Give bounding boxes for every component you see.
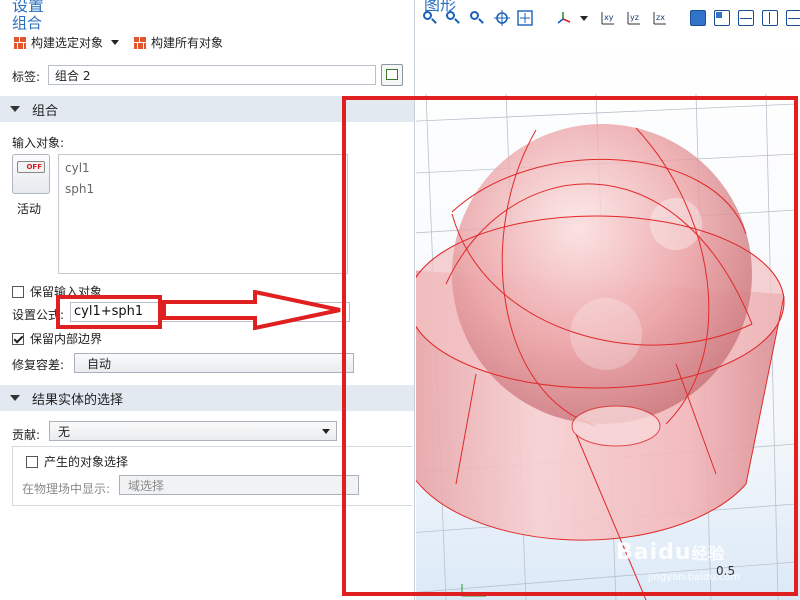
show-in-physics-select[interactable]: 域选择 [119,475,359,495]
formula-highlight-box: cyl1+sph1 [56,295,162,329]
graphics-toolbar: 图形 xy yz zx [416,0,800,34]
list-item[interactable]: cyl1 [65,161,90,175]
keep-interior-label: 保留内部边界 [30,332,103,346]
label-edit-button[interactable] [381,64,403,86]
edit-icon [386,69,398,80]
chevron-down-icon [322,429,330,434]
keep-input-checkbox[interactable] [12,285,24,298]
build-selected-button[interactable]: 构建选定对象 [14,34,120,51]
build-all-label: 构建所有对象 [151,36,224,50]
settings-subtitle: 组合 [12,14,43,32]
chevron-down-icon[interactable] [111,40,120,45]
active-label: 活动 [17,202,42,216]
view-yz-icon[interactable]: yz [626,10,642,26]
repair-tolerance-select[interactable]: 自动 [74,353,354,373]
list-item[interactable]: sph1 [65,182,94,196]
collapse-icon [10,106,20,112]
build-selected-label: 构建选定对象 [31,36,104,50]
resulting-selection-checkbox[interactable] [26,455,38,468]
view-layout-5-icon[interactable] [786,10,800,26]
zoom-box-icon[interactable] [469,10,485,26]
label-input[interactable]: 组合 2 [48,65,376,85]
arrow-icon [162,290,341,330]
view-layout-1-icon[interactable] [690,10,706,26]
repair-tolerance-value: 自动 [87,357,112,371]
zoom-selected-icon[interactable] [494,10,510,26]
build-icon [14,36,26,49]
view-layout-2-icon[interactable] [714,10,730,26]
toggle-off-icon: OFF [17,161,45,173]
resulting-selection-option[interactable]: 产生的对象选择 [26,453,128,470]
zoom-out-icon[interactable] [445,10,461,26]
resulting-selection-label: 产生的对象选择 [44,455,129,469]
keep-interior-option[interactable]: 保留内部边界 [12,330,102,347]
contribute-value: 无 [58,425,71,439]
chevron-down-icon[interactable] [580,16,588,21]
view-xy-icon[interactable]: xy [600,10,616,26]
show-in-physics-label: 在物理场中显示: [22,482,111,496]
view-zx-icon[interactable]: zx [652,10,668,26]
svg-text:zx: zx [656,13,665,22]
build-all-button[interactable]: 构建所有对象 [134,34,223,51]
input-objects-list[interactable]: cyl1 sph1 [58,154,348,274]
contribute-label: 贡献: [12,428,41,442]
activation-toggle-button[interactable]: OFF [12,154,50,194]
axis-orientation-icon[interactable] [556,10,572,26]
svg-text:xy: xy [604,13,614,22]
label-caption: 标签: [12,70,41,84]
formula-value: cyl1+sph1 [74,304,144,319]
view-layout-4-icon[interactable] [762,10,778,26]
contribute-select[interactable]: 无 [49,421,337,441]
graphics-highlight-box [342,96,798,596]
zoom-extents-icon[interactable] [517,10,533,26]
selection-section-title: 结果实体的选择 [32,392,124,408]
svg-text:yz: yz [630,13,639,22]
keep-interior-checkbox[interactable] [12,332,24,345]
collapse-icon [10,395,20,401]
combine-section-title: 组合 [32,103,59,119]
build-all-icon [134,36,146,49]
repair-tolerance-label: 修复容差: [12,358,65,372]
show-in-physics-value: 域选择 [128,479,165,493]
view-layout-3-icon[interactable] [738,10,754,26]
input-objects-label: 输入对象: [12,136,65,150]
zoom-in-icon[interactable] [422,10,438,26]
